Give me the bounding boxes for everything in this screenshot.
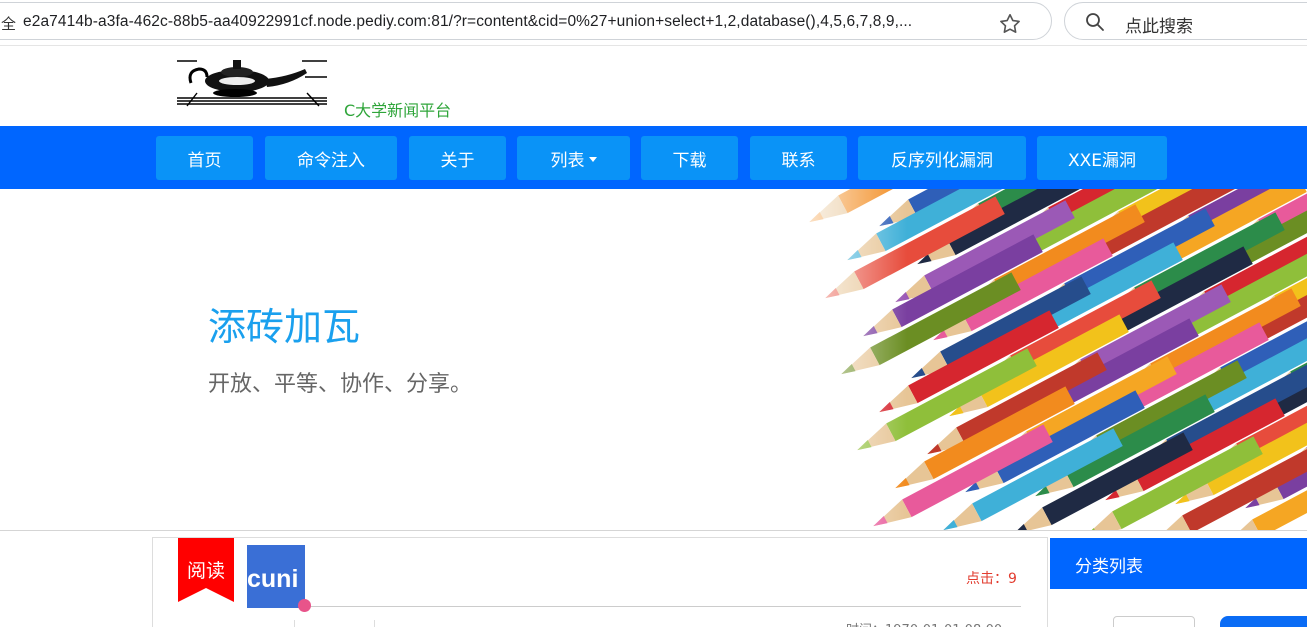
hero-subtitle: 开放、平等、协作、分享。 <box>208 372 473 397</box>
nav-home[interactable]: 首页 <box>156 136 253 180</box>
article-thumbnail[interactable]: cuni <box>247 545 305 608</box>
hero-title: 添砖加瓦 <box>208 305 361 349</box>
section-divider <box>0 530 1307 531</box>
search-icon <box>1086 13 1104 31</box>
article-time: 时间：1970-01-01 08:00 <box>846 619 1002 627</box>
main-nav: 首页 命令注入 关于 列表 下载 联系 反序列化漏洞 XXE漏洞 <box>0 126 1307 189</box>
browser-toolbar: 全 e2a7414b-a3fa-462c-88b5-aa40922991cf.n… <box>0 0 1307 46</box>
url-security-label: 全 <box>1 15 17 33</box>
nav-deserialization[interactable]: 反序列化漏洞 <box>858 136 1026 180</box>
caret-down-icon <box>588 156 597 162</box>
nav-contact[interactable]: 联系 <box>750 136 847 180</box>
article-divider <box>305 606 1021 607</box>
pencils-hero-image <box>774 189 1307 530</box>
site-logo[interactable] <box>177 57 327 107</box>
thumbnail-text: cuni <box>247 565 299 593</box>
search-placeholder: 点此搜索 <box>1125 17 1193 37</box>
meta-separator <box>374 620 375 627</box>
divider-dot <box>298 599 311 612</box>
nav-list-label: 列表 <box>550 150 585 171</box>
sidebar-search-input[interactable] <box>1113 616 1195 627</box>
nav-command-injection[interactable]: 命令注入 <box>265 136 397 180</box>
click-count: 点击：9 <box>966 571 1017 587</box>
meta-separator <box>294 620 295 627</box>
nav-list-dropdown[interactable]: 列表 <box>517 136 630 180</box>
sidebar-title: 分类列表 <box>1075 557 1143 577</box>
read-badge-label: 阅读 <box>186 560 225 582</box>
site-title: C大学新闻平台 <box>344 101 452 120</box>
sidebar-search-button[interactable] <box>1220 616 1307 627</box>
nav-xxe[interactable]: XXE漏洞 <box>1037 136 1167 180</box>
bookmark-star-icon[interactable] <box>997 11 1023 37</box>
nav-about[interactable]: 关于 <box>409 136 506 180</box>
nav-download[interactable]: 下载 <box>641 136 738 180</box>
address-bar[interactable]: 全 e2a7414b-a3fa-462c-88b5-aa40922991cf.n… <box>0 2 1052 40</box>
url-text[interactable]: e2a7414b-a3fa-462c-88b5-aa40922991cf.nod… <box>23 13 912 31</box>
browser-search-box[interactable]: 点此搜索 <box>1064 2 1307 40</box>
